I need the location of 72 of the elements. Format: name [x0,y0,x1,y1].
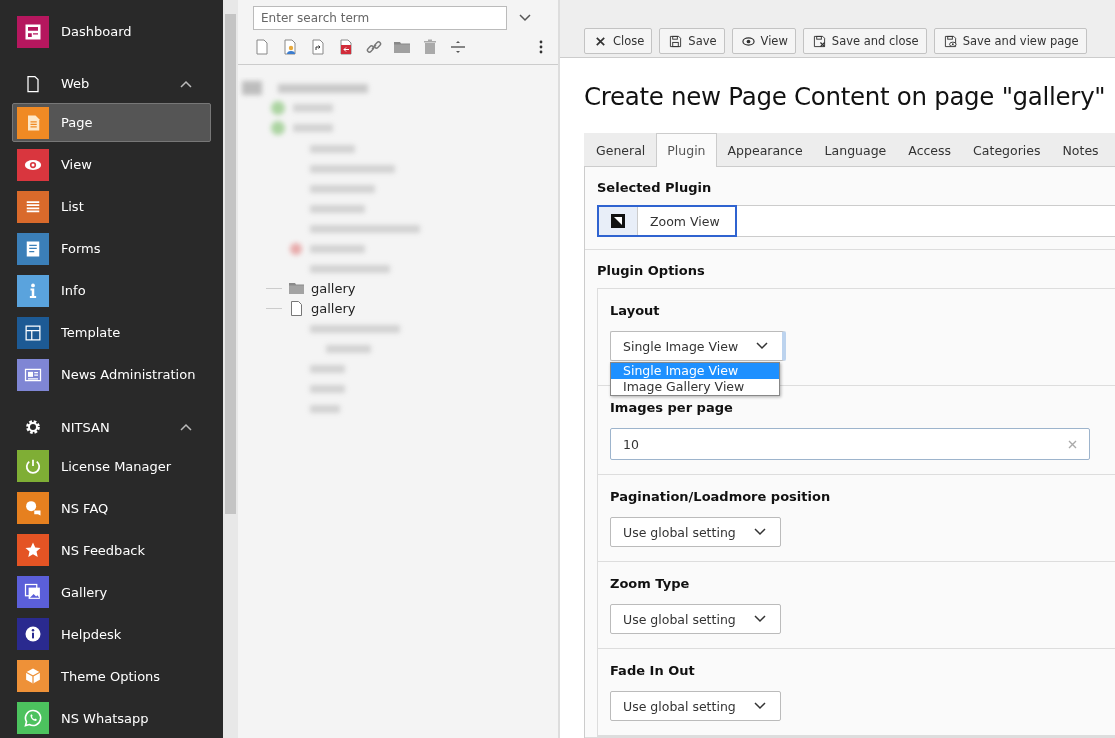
tab[interactable]: Appearance [716,133,814,166]
module-menu-item[interactable]: List [12,187,211,227]
select-dropdown[interactable]: Single Image View [610,331,787,361]
field-label: Zoom Type [610,576,691,591]
section-heading: Selected Plugin [597,180,713,195]
collapse-icon[interactable] [180,423,192,432]
page-external-icon[interactable] [337,38,355,56]
module-group-header[interactable]: Web [12,67,211,101]
field-label: Images per page [610,400,734,415]
field-label: Fade In Out [610,663,696,678]
tab[interactable]: Notes [1051,133,1100,166]
chevron-down-icon[interactable] [519,14,531,22]
box-icon [23,666,43,687]
module-group-header[interactable]: NITSAN [12,410,211,444]
tree-node-label[interactable]: gallery [311,281,356,296]
toolbar-button[interactable]: Close [584,28,653,54]
module-menu-item[interactable]: Forms [12,229,211,269]
save-view-icon [943,34,957,48]
module-menu-item[interactable]: NS FAQ [12,488,211,528]
module-menu-item[interactable]: View [12,145,211,185]
plugin-icon [611,214,625,228]
chevron-down-icon[interactable] [753,528,766,536]
save-close-icon [812,34,826,48]
module-menu-item[interactable]: NS Feedback [12,530,211,570]
more-icon[interactable] [539,40,543,54]
document-icon [288,300,305,317]
page-title: Create new Page Content on page "gallery" [584,82,1107,111]
chevron-down-icon[interactable] [753,615,766,623]
layout-icon [23,322,43,343]
page-shortcut-icon[interactable] [309,38,327,56]
select-dropdown[interactable]: Use global setting [610,691,781,721]
chat-icon [23,708,43,729]
save-icon [669,34,683,48]
folder-icon [288,280,305,297]
module-menu-item[interactable]: Template [12,313,211,353]
close-icon [594,34,607,48]
tab[interactable]: Plugin [656,133,717,167]
toolbar-button[interactable]: Save and close [802,28,927,54]
module-menu-item[interactable]: NS Whatsapp [12,698,211,738]
page-user-icon[interactable] [281,38,299,56]
link-icon[interactable] [365,38,383,56]
select-dropdown[interactable]: Use global setting [610,517,781,547]
toolbar-button[interactable]: Save [659,28,725,54]
scrollbar[interactable] [223,0,238,738]
chevron-down-icon[interactable] [753,702,766,710]
plugin-field[interactable]: Zoom View [597,205,1115,237]
select-dropdown[interactable]: Use global setting [610,604,781,634]
tab[interactable]: Language [813,133,898,166]
module-menu-item[interactable]: Theme Options [12,656,211,696]
search-field[interactable]: Enter search term [253,6,507,30]
module-menu-item[interactable]: Dashboard [12,12,211,52]
tab[interactable]: Access [897,133,963,166]
tree-node-label[interactable]: gallery [311,301,356,316]
module-menu-item[interactable]: Helpdesk [12,614,211,654]
section-heading: Plugin Options [597,263,706,278]
module-menu-item[interactable]: Info [12,271,211,311]
toolbar-button[interactable]: View [731,28,796,54]
eye-icon [741,34,755,48]
toolbar-button[interactable]: Save and view page [933,28,1087,54]
collapse-icon[interactable] [180,79,192,88]
module-menu-item[interactable]: News Administration [12,355,211,395]
divider-icon[interactable] [449,38,467,56]
tab[interactable]: General [585,133,657,166]
dropdown-option[interactable]: Image Gallery View [611,379,779,395]
module-menu-item[interactable]: Gallery [12,572,211,612]
field-label: Pagination/Loadmore position [610,489,832,504]
module-menu-item[interactable]: Page [12,103,211,143]
tab[interactable]: Categories [962,133,1052,166]
chevron-down-icon[interactable] [756,342,769,350]
field-label: Layout [610,303,661,318]
module-menu-item[interactable]: License Manager [12,446,211,486]
input-field[interactable]: 10 [610,428,1090,460]
